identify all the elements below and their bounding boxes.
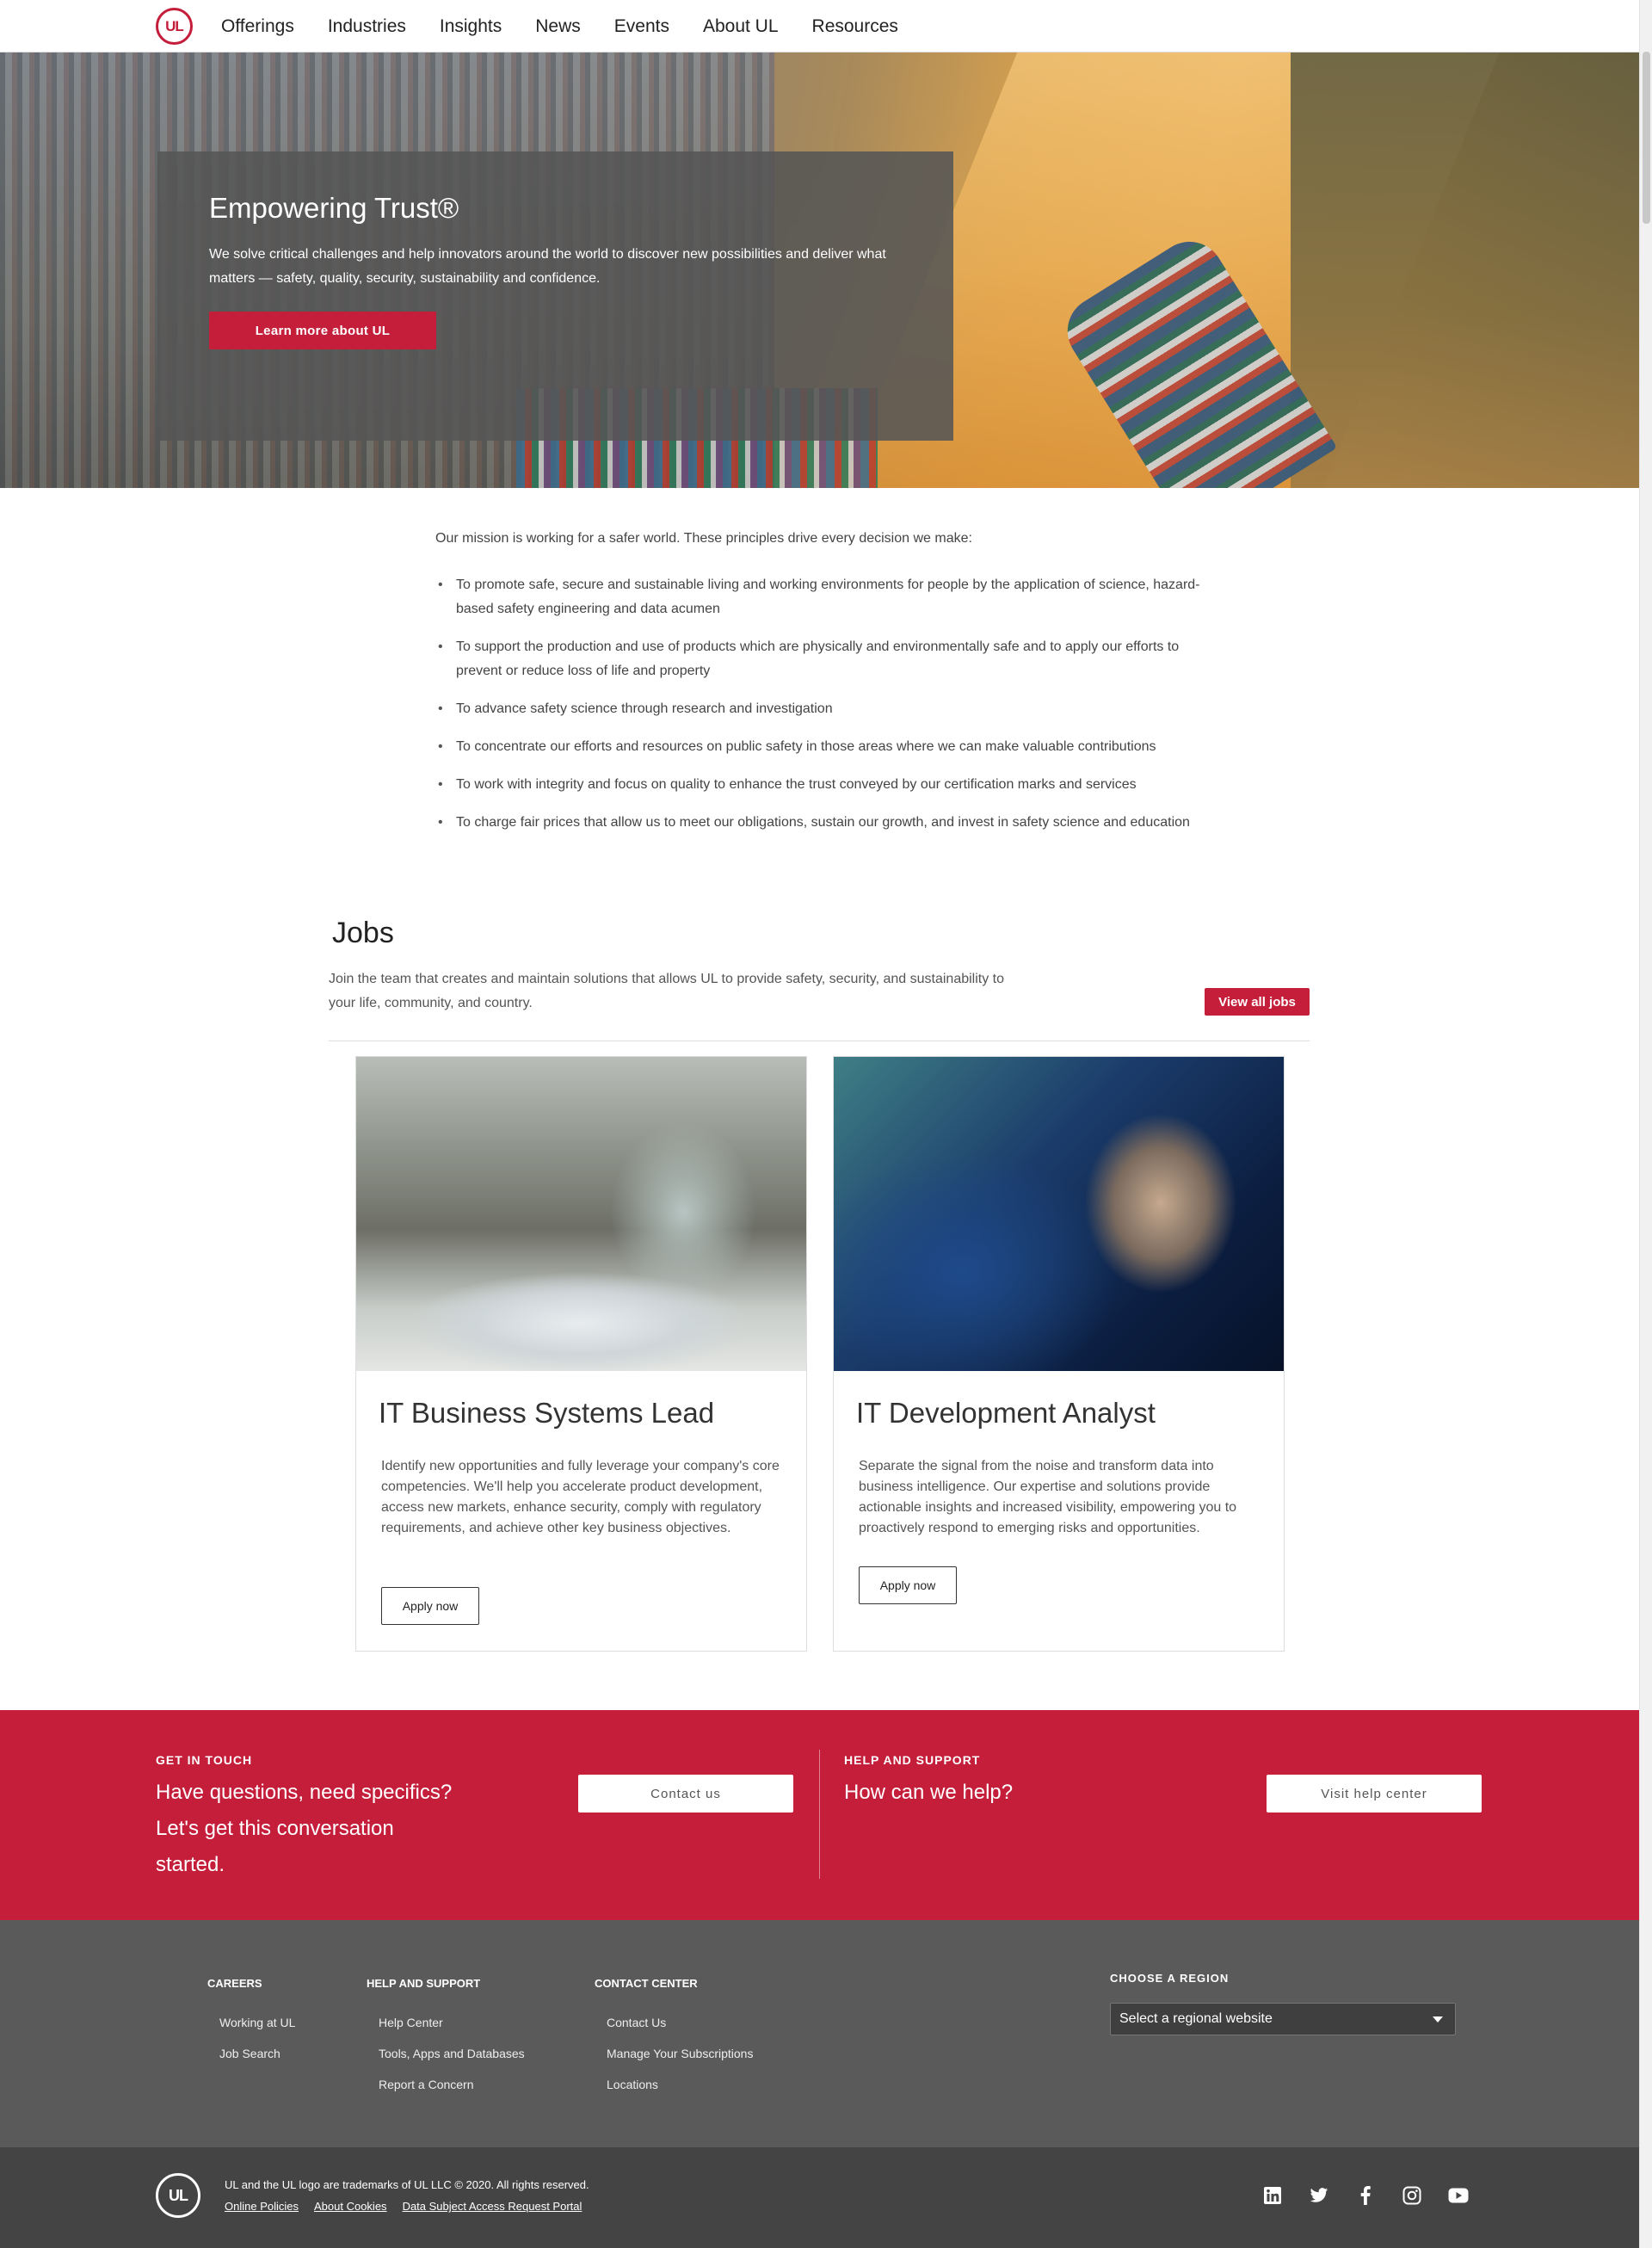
mission-item: To work with integrity and focus on qual… bbox=[435, 773, 1210, 797]
region-select-placeholder: Select a regional website bbox=[1119, 2011, 1273, 2026]
get-in-touch-label: GET IN TOUCH bbox=[156, 1753, 253, 1767]
help-support-label: HELP AND SUPPORT bbox=[844, 1753, 981, 1767]
footer-link-manage-subscriptions[interactable]: Manage Your Subscriptions bbox=[607, 2047, 753, 2060]
hero-description: We solve critical challenges and help in… bbox=[209, 247, 886, 286]
mission-list: To promote safe, secure and sustainable … bbox=[435, 573, 1210, 835]
region-select[interactable]: Select a regional website bbox=[1110, 2003, 1456, 2035]
footer-links: CAREERS Working at UL Job Search HELP AN… bbox=[0, 1920, 1639, 2147]
data-subject-access-link[interactable]: Data Subject Access Request Portal bbox=[403, 2200, 583, 2213]
jobs-heading: Jobs bbox=[332, 917, 394, 949]
job-card-description: Identify new opportunities and fully lev… bbox=[381, 1459, 780, 1535]
nav-menu: Offerings Industries Insights News Event… bbox=[221, 0, 932, 52]
caret-down-icon bbox=[1433, 2016, 1443, 2023]
top-navigation: UL Offerings Industries Insights News Ev… bbox=[0, 0, 1639, 52]
hero-overlay-box: Empowering Trust® We solve critical chal… bbox=[157, 151, 953, 441]
footer-link-report-concern[interactable]: Report a Concern bbox=[379, 2078, 474, 2091]
copyright-text: UL and the UL logo are trademarks of UL … bbox=[225, 2178, 589, 2191]
nav-item-about-ul[interactable]: About UL bbox=[703, 16, 779, 37]
nav-item-resources[interactable]: Resources bbox=[812, 16, 898, 37]
job-card-description: Separate the signal from the noise and t… bbox=[859, 1459, 1237, 1535]
jobs-description: Join the team that creates and maintain … bbox=[329, 972, 1005, 1010]
footer-link-job-search[interactable]: Job Search bbox=[219, 2047, 280, 2060]
logo-text: UL bbox=[165, 17, 184, 34]
footer-contact-center-title: CONTACT CENTER bbox=[595, 1977, 698, 1990]
about-cookies-link[interactable]: About Cookies bbox=[314, 2200, 387, 2213]
apply-now-button[interactable]: Apply now bbox=[381, 1587, 479, 1625]
mission-item: To advance safety science through resear… bbox=[435, 697, 1210, 721]
nav-item-events[interactable]: Events bbox=[614, 16, 669, 37]
job-card-title[interactable]: IT Development Analyst bbox=[856, 1397, 1156, 1430]
facebook-icon[interactable] bbox=[1355, 2185, 1376, 2206]
visit-help-center-button[interactable]: Visit help center bbox=[1267, 1775, 1482, 1813]
mission-intro: Our mission is working for a safer world… bbox=[435, 531, 972, 546]
contact-cta-band: GET IN TOUCH Have questions, need specif… bbox=[0, 1710, 1639, 1920]
footer-help-support-title: HELP AND SUPPORT bbox=[367, 1977, 481, 1990]
job-card-it-business-systems-lead: IT Business Systems Lead Identify new op… bbox=[355, 1056, 807, 1652]
ul-footer-logo[interactable]: UL bbox=[156, 2173, 200, 2218]
help-support-heading: How can we help? bbox=[844, 1781, 1014, 1804]
apply-now-button[interactable]: Apply now bbox=[859, 1566, 957, 1604]
ul-logo[interactable]: UL bbox=[156, 8, 193, 45]
footer-link-tools-apps-databases[interactable]: Tools, Apps and Databases bbox=[379, 2047, 525, 2060]
mission-item: To concentrate our efforts and resources… bbox=[435, 735, 1210, 759]
mission-item: To support the production and use of pro… bbox=[435, 635, 1210, 683]
contact-us-button[interactable]: Contact us bbox=[578, 1775, 793, 1813]
choose-region-label: CHOOSE A REGION bbox=[1110, 1972, 1230, 1985]
hero-banner: Empowering Trust® We solve critical chal… bbox=[0, 52, 1639, 488]
learn-more-button[interactable]: Learn more about UL bbox=[209, 312, 436, 349]
mission-item: To charge fair prices that allow us to m… bbox=[435, 811, 1210, 835]
nav-item-offerings[interactable]: Offerings bbox=[221, 16, 294, 37]
mission-section: Our mission is working for a safer world… bbox=[435, 527, 1210, 849]
footer-logo-text: UL bbox=[169, 2186, 188, 2204]
footer-bottom: UL UL and the UL logo are trademarks of … bbox=[0, 2147, 1639, 2248]
footer-link-locations[interactable]: Locations bbox=[607, 2078, 658, 2091]
hero-image-riverbank bbox=[1291, 52, 1639, 488]
job-card-it-development-analyst: IT Development Analyst Separate the sign… bbox=[833, 1056, 1285, 1652]
nav-item-insights[interactable]: Insights bbox=[440, 16, 502, 37]
job-card-image-analyst bbox=[834, 1057, 1284, 1371]
youtube-icon[interactable] bbox=[1448, 2185, 1469, 2206]
view-all-jobs-button[interactable]: View all jobs bbox=[1205, 988, 1310, 1016]
job-card-title[interactable]: IT Business Systems Lead bbox=[379, 1397, 714, 1430]
footer-link-working-at-ul[interactable]: Working at UL bbox=[219, 2016, 295, 2029]
instagram-icon[interactable] bbox=[1402, 2185, 1422, 2206]
nav-item-news[interactable]: News bbox=[535, 16, 581, 37]
footer-link-help-center[interactable]: Help Center bbox=[379, 2016, 443, 2029]
online-policies-link[interactable]: Online Policies bbox=[225, 2200, 299, 2213]
legal-links: Online Policies About Cookies Data Subje… bbox=[225, 2200, 597, 2213]
footer-careers-title: CAREERS bbox=[207, 1977, 262, 1990]
nav-item-industries[interactable]: Industries bbox=[328, 16, 406, 37]
mission-item: To promote safe, secure and sustainable … bbox=[435, 573, 1210, 621]
scrollbar-thumb[interactable] bbox=[1643, 52, 1650, 224]
footer-link-contact-us[interactable]: Contact Us bbox=[607, 2016, 666, 2029]
page-scrollbar[interactable] bbox=[1639, 0, 1652, 2248]
cta-divider bbox=[819, 1750, 820, 1879]
job-card-image-engineers bbox=[356, 1057, 806, 1371]
linkedin-icon[interactable] bbox=[1262, 2185, 1283, 2206]
hero-title: Empowering Trust® bbox=[209, 192, 459, 224]
get-in-touch-heading: Have questions, need specifics? Let's ge… bbox=[156, 1781, 453, 1876]
twitter-icon[interactable] bbox=[1309, 2185, 1329, 2206]
